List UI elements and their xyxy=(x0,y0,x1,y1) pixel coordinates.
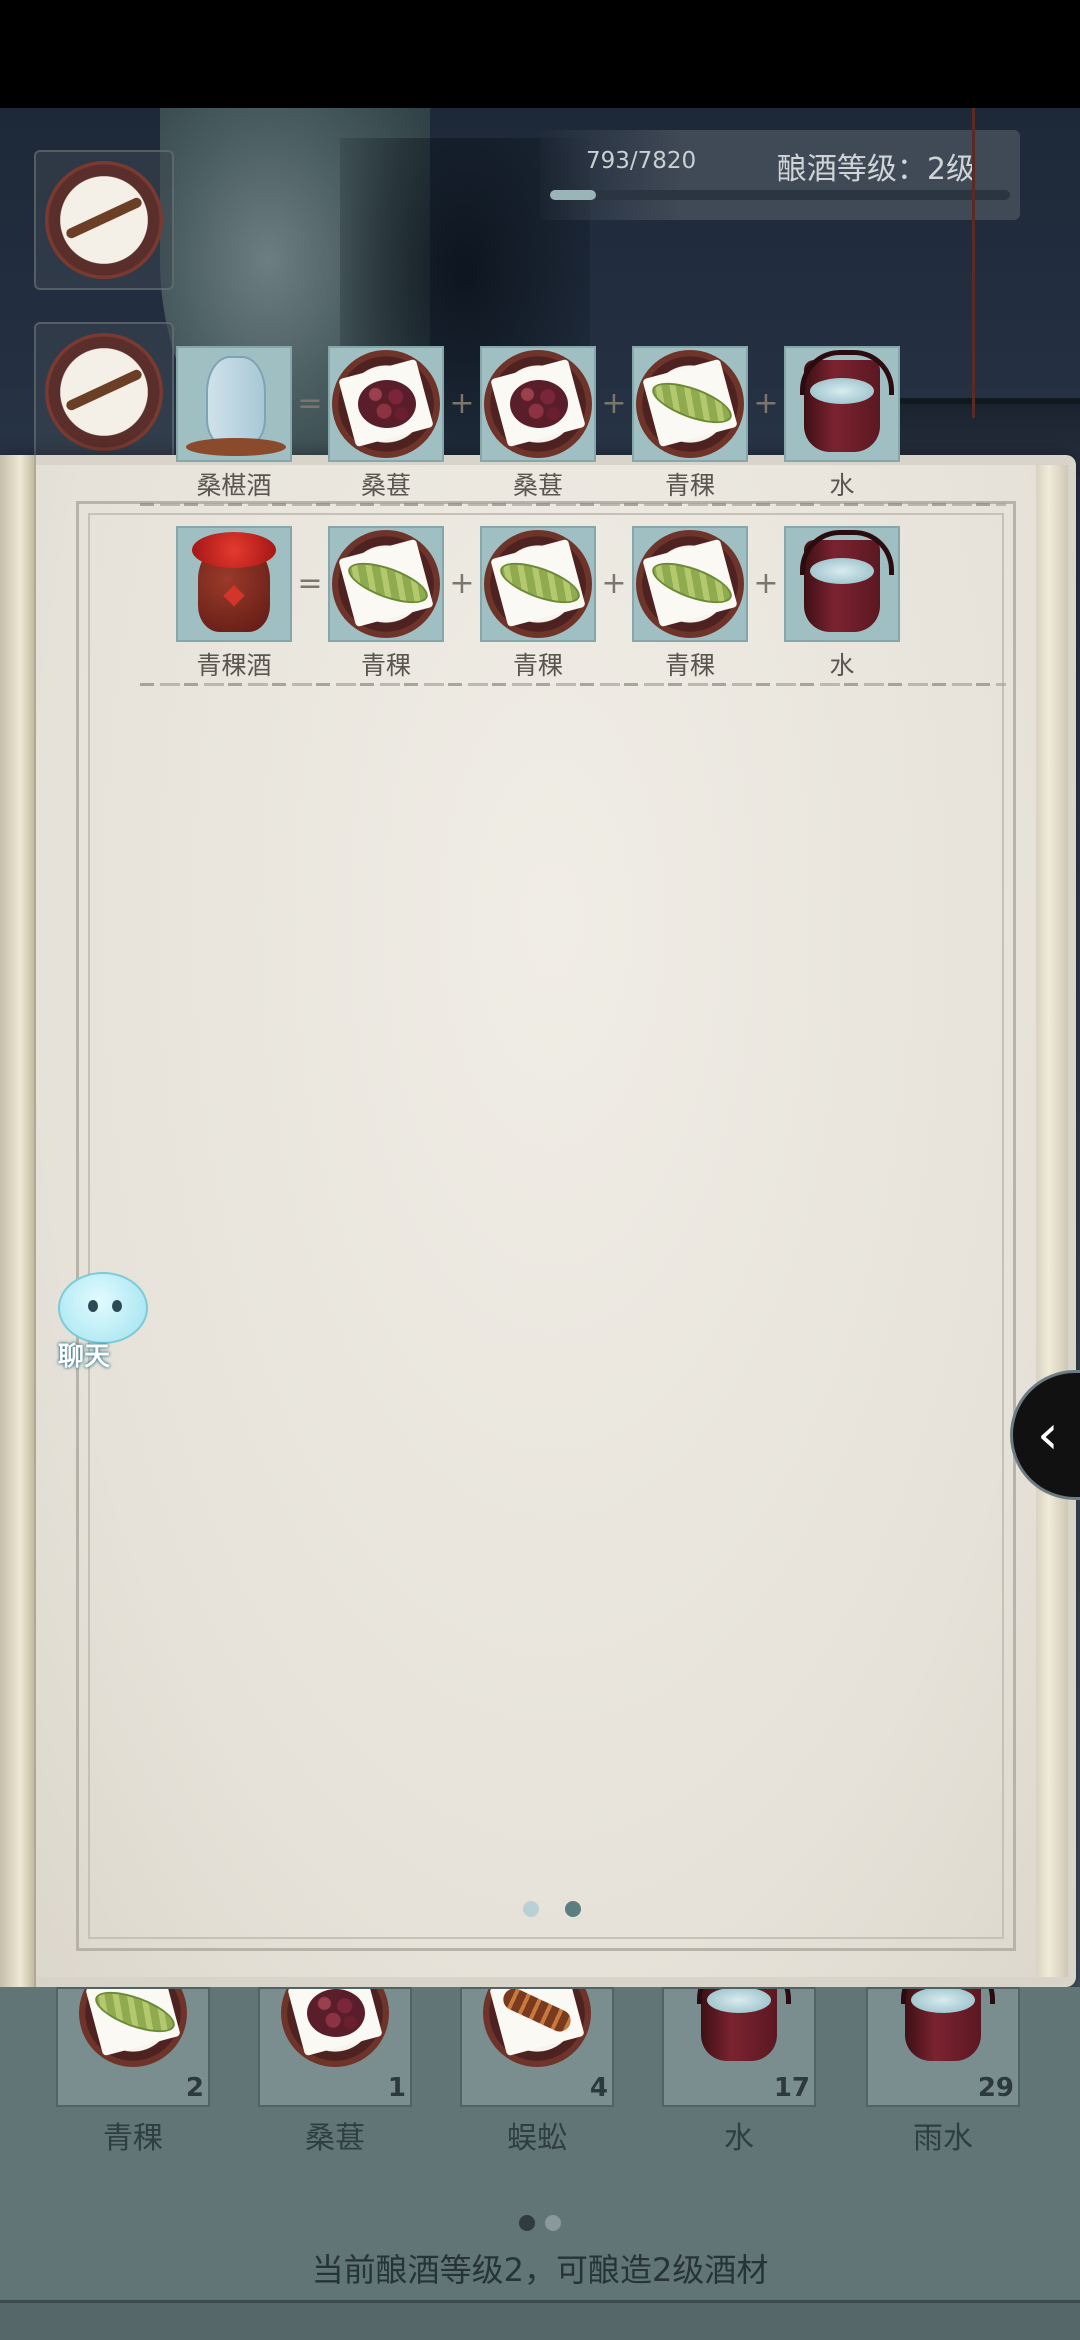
item-name: 雨水 xyxy=(913,2121,973,2156)
xp-progress-bar xyxy=(550,190,1010,200)
item-name: 桑葚 xyxy=(360,471,411,500)
mulberry-plate-icon xyxy=(332,350,440,458)
item-name: 桑葚 xyxy=(305,2121,365,2156)
inventory-slot[interactable]: 17 水 xyxy=(662,1987,816,2157)
chevron-left-icon: ‹ xyxy=(1037,1403,1059,1466)
recipe-result[interactable]: 桑椹酒 xyxy=(176,346,292,502)
item-count: 4 xyxy=(589,2073,608,2103)
rain-water-bucket-icon xyxy=(889,1989,997,2067)
item-name: 青稞 xyxy=(103,2121,163,2156)
inventory-page-dot[interactable] xyxy=(545,2215,561,2231)
item-name: 桑葚 xyxy=(512,471,563,500)
item-name: 青稞 xyxy=(512,651,563,680)
plus-sign: + xyxy=(601,566,627,601)
inventory-slot[interactable]: 2 青稞 xyxy=(56,1987,210,2157)
item-name: 水 xyxy=(829,651,855,680)
item-name: 蜈蚣 xyxy=(507,2121,567,2156)
chat-label: 聊天 xyxy=(58,1342,111,1372)
equals-sign: = xyxy=(297,566,323,601)
recipe-ingredient[interactable]: 青稞 xyxy=(632,526,748,682)
centipede-plate-icon xyxy=(483,1989,591,2067)
row-divider xyxy=(140,503,1006,506)
recipe-ingredient[interactable]: 青稞 xyxy=(328,526,444,682)
barley-plate-icon xyxy=(484,530,592,638)
recipe-ingredient[interactable]: 青稞 xyxy=(480,526,596,682)
item-name: 青稞 xyxy=(664,471,715,500)
plus-sign: + xyxy=(601,386,627,421)
recipe-ingredient[interactable]: 水 xyxy=(784,526,900,682)
book-spine xyxy=(0,455,36,1987)
page-edge xyxy=(1036,465,1068,1977)
side-slot-plum-plate-2[interactable] xyxy=(34,322,174,462)
plus-sign: + xyxy=(449,386,475,421)
item-name: 青稞 xyxy=(664,651,715,680)
plus-sign: + xyxy=(449,566,475,601)
page-dot[interactable] xyxy=(565,1901,581,1917)
plus-sign: + xyxy=(753,386,779,421)
mulberry-plate-icon xyxy=(281,1989,389,2067)
brewing-xp-panel: 793/7820 酿酒等级：2级 xyxy=(540,130,1020,220)
hanging-rope xyxy=(972,108,975,418)
chat-mascot-icon xyxy=(58,1272,148,1344)
mulberry-plate-icon xyxy=(484,350,592,458)
item-name: 青稞 xyxy=(360,651,411,680)
chat-button[interactable]: 聊天 xyxy=(44,1272,152,1372)
plum-blossom-plate-icon xyxy=(45,333,163,451)
inventory-slot[interactable]: 1 桑葚 xyxy=(258,1987,412,2157)
item-count: 1 xyxy=(387,2073,406,2103)
mascot-eye xyxy=(88,1300,98,1312)
plum-blossom-plate-icon xyxy=(45,161,163,279)
item-name: 水 xyxy=(829,471,855,500)
recipe-result[interactable]: 青稞酒 xyxy=(176,526,292,682)
barley-plate-icon xyxy=(636,530,744,638)
xp-counter: 793/7820 xyxy=(586,148,697,174)
mascot-eye xyxy=(112,1300,122,1312)
item-name: 桑椹酒 xyxy=(196,471,272,500)
teapot-icon xyxy=(180,350,288,458)
water-bucket-icon xyxy=(788,530,896,638)
page-frame-inner xyxy=(88,513,1004,1939)
recipe-ingredient[interactable]: 水 xyxy=(784,346,900,502)
page-dot[interactable] xyxy=(523,1901,539,1917)
inventory-slot[interactable]: 29 雨水 xyxy=(866,1987,1020,2157)
plus-sign: + xyxy=(753,566,779,601)
brewing-level-label: 酿酒等级：2级 xyxy=(776,152,976,187)
barley-plate-icon xyxy=(79,1989,187,2067)
barley-plate-icon xyxy=(636,350,744,458)
recipe-ingredient[interactable]: 青稞 xyxy=(632,346,748,502)
inventory-page-dot[interactable] xyxy=(519,2215,535,2231)
recipe-row: 桑椹酒 = 桑葚 + 桑葚 + 青稞 + 水 xyxy=(140,346,1006,506)
inventory-page-indicator xyxy=(0,2215,1080,2231)
inventory-slot[interactable]: 4 蜈蚣 xyxy=(460,1987,614,2157)
page-indicator xyxy=(36,1901,1068,1917)
xp-progress-fill xyxy=(550,190,597,200)
item-count: 17 xyxy=(773,2073,810,2103)
recipe-ingredient[interactable]: 桑葚 xyxy=(480,346,596,502)
water-bucket-icon xyxy=(685,1989,793,2067)
water-bucket-icon xyxy=(788,350,896,458)
equals-sign: = xyxy=(297,386,323,421)
brewing-status-text: 当前酿酒等级2，可酿造2级酒材 xyxy=(311,2251,769,2289)
inventory-panel: 2 青稞 1 桑葚 4 蜈蚣 17 水 29 雨水 当前酿酒等级2，可酿造2级酒材 xyxy=(0,1987,1080,2340)
status-bar xyxy=(0,0,1080,108)
item-count: 2 xyxy=(185,2073,204,2103)
side-slot-plum-plate-1[interactable] xyxy=(34,150,174,290)
wine-jar-icon xyxy=(180,530,288,638)
item-name: 青稞酒 xyxy=(196,651,272,680)
recipe-ingredient[interactable]: 桑葚 xyxy=(328,346,444,502)
recipe-page: 桑椹酒=桑葚+桑葚+青稞+水青稞酒=青稞+青稞+青稞+水 xyxy=(36,346,1068,1977)
recipe-book: 桑椹酒=桑葚+桑葚+青稞+水青稞酒=青稞+青稞+青稞+水 xyxy=(0,346,1076,1987)
item-count: 29 xyxy=(977,2073,1014,2103)
row-divider xyxy=(140,683,1006,686)
panel-footer xyxy=(0,2300,1080,2340)
item-name: 水 xyxy=(724,2121,754,2156)
recipe-row: 青稞酒 = 青稞 + 青稞 + 青稞 + 水 xyxy=(140,526,1006,686)
barley-plate-icon xyxy=(332,530,440,638)
